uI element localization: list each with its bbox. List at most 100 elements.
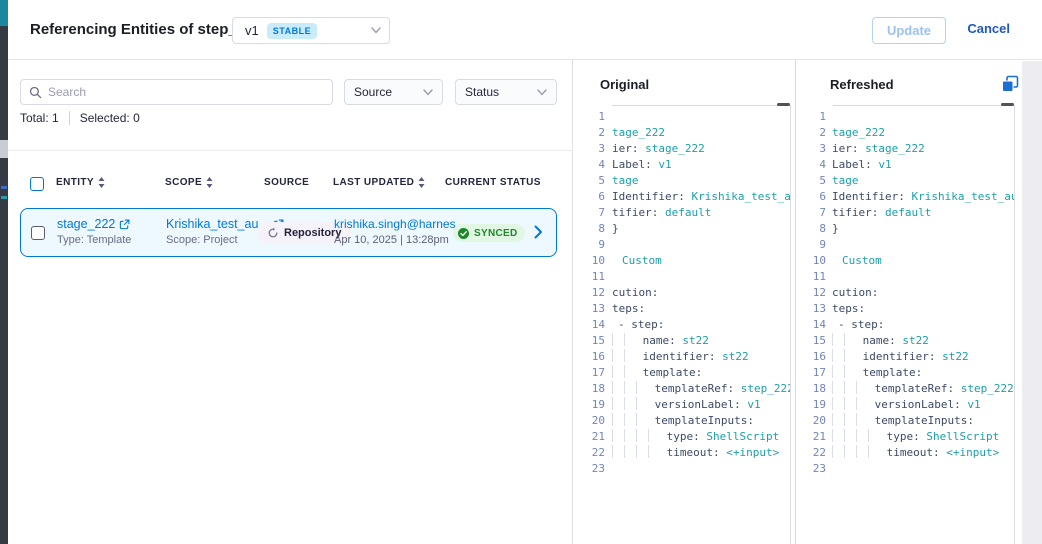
line-number: 20: [795, 413, 826, 429]
status-filter[interactable]: Status: [455, 79, 557, 105]
table-row[interactable]: stage_222 Type: Template Krishika_test_a…: [20, 208, 557, 257]
last-updated-cell: krishika.singh@harnes... Apr 10, 2025 | …: [334, 217, 466, 246]
copy-icon[interactable]: [1001, 75, 1019, 93]
search-input[interactable]: [48, 85, 324, 99]
indent-guide: [636, 445, 648, 458]
line-number: 1: [573, 109, 605, 125]
code-line: 20 templateInputs:: [795, 413, 1014, 429]
indent-guide: [844, 333, 856, 346]
line-number: 23: [795, 461, 826, 477]
indent-guide: [636, 429, 648, 442]
indent-guide: [612, 333, 624, 346]
line-number: 6: [795, 189, 826, 205]
column-header-last-updated[interactable]: LAST UPDATED: [333, 177, 425, 188]
code-line: 20 templateInputs:: [573, 413, 790, 429]
check-circle-icon: [457, 227, 470, 240]
repository-icon: [267, 227, 279, 239]
indent-guide: [624, 413, 636, 426]
code-line: 15 name: st22: [573, 333, 790, 349]
code-line: 1: [795, 109, 1014, 125]
code-text: cution:: [612, 285, 790, 301]
indent-guide: [844, 429, 856, 442]
synced-badge: SYNCED: [453, 224, 525, 242]
indent-guide: [868, 445, 880, 458]
indent-guide: [636, 397, 648, 410]
column-header-source: SOURCE: [264, 177, 309, 188]
version-select[interactable]: v1 STABLE: [232, 17, 390, 44]
source-filter[interactable]: Source: [344, 79, 443, 105]
total-count: Total: 1: [20, 111, 59, 125]
code-text: tage_222: [832, 125, 1014, 141]
line-number: 11: [795, 269, 826, 285]
code-line: 8}: [573, 221, 790, 237]
sort-icon: [206, 177, 213, 188]
code-text: tage: [612, 173, 790, 189]
original-hscroll-track: [612, 105, 790, 106]
code-line: 6Identifier: Krishika_test_aut: [573, 189, 790, 205]
external-link-icon: [119, 219, 130, 230]
code-text: Identifier: Krishika_test_aut: [832, 189, 1014, 205]
line-number: 5: [795, 173, 826, 189]
chevron-right-icon[interactable]: [534, 225, 543, 239]
scroll-gutter: [1022, 61, 1042, 544]
refreshed-code: 12tage_2223ier: stage_2224Label: v15tage…: [795, 109, 1014, 477]
yaml-diff: Original Refreshed 12tage_2223ier: stage…: [573, 60, 1042, 544]
status-filter-label: Status: [465, 85, 499, 99]
code-line: 8}: [795, 221, 1014, 237]
line-number: 2: [795, 125, 826, 141]
line-number: 9: [573, 237, 605, 253]
row-checkbox[interactable]: [31, 226, 45, 240]
code-text: type: ShellScript: [612, 429, 790, 445]
cancel-button[interactable]: Cancel: [967, 21, 1010, 36]
code-text: Identifier: Krishika_test_aut: [612, 189, 790, 205]
indent-guide: [624, 397, 636, 410]
line-number: 22: [573, 445, 605, 461]
indent-guide: [868, 429, 880, 442]
indent-guide: [844, 397, 856, 410]
line-number: 22: [795, 445, 826, 461]
code-text: versionLabel: v1: [832, 397, 1014, 413]
code-text: - step:: [832, 317, 1014, 333]
indent-guide: [856, 413, 868, 426]
code-text: name: st22: [832, 333, 1014, 349]
code-text: identifier: st22: [612, 349, 790, 365]
nav-patch: [0, 140, 8, 158]
entity-link[interactable]: stage_222: [57, 217, 131, 231]
line-number: 19: [795, 397, 826, 413]
nav-mark: [1, 186, 7, 189]
modal-header: Referencing Entities of step_222 v1 STAB…: [8, 0, 1042, 60]
code-line: 17 template:: [573, 365, 790, 381]
code-text: Label: v1: [832, 157, 1014, 173]
search-box[interactable]: [20, 79, 333, 105]
indent-guide: [844, 349, 856, 362]
code-text: versionLabel: v1: [612, 397, 790, 413]
version-label: v1: [245, 23, 259, 38]
code-line: 21 type: ShellScript: [795, 429, 1014, 445]
column-header-scope[interactable]: SCOPE: [165, 177, 213, 188]
code-line: 4Label: v1: [573, 157, 790, 173]
code-line: 16 identifier: st22: [795, 349, 1014, 365]
column-header-entity[interactable]: ENTITY: [56, 177, 105, 188]
update-button[interactable]: Update: [872, 17, 946, 44]
original-hscroll-thumb[interactable]: [777, 103, 790, 106]
code-line: 23: [795, 461, 1014, 477]
nav-mark: [1, 196, 7, 199]
refreshed-hscroll-thumb[interactable]: [1001, 103, 1014, 106]
code-text: template:: [832, 365, 1014, 381]
code-text: cution:: [832, 285, 1014, 301]
indent-guide: [624, 381, 636, 394]
line-number: 17: [573, 365, 605, 381]
line-number: 5: [573, 173, 605, 189]
line-number: 8: [573, 221, 605, 237]
code-line: 13teps:: [795, 301, 1014, 317]
screen: Referencing Entities of step_222 v1 STAB…: [0, 0, 1042, 544]
chevron-down-icon: [537, 89, 547, 96]
indent-guide: [856, 381, 868, 394]
code-text: timeout: <+input>: [832, 445, 1014, 461]
select-all-checkbox[interactable]: [30, 177, 44, 191]
code-line: 14- step:: [795, 317, 1014, 333]
indent-guide: [856, 445, 868, 458]
line-number: 23: [573, 461, 605, 477]
code-line: 15 name: st22: [795, 333, 1014, 349]
code-text: Custom: [612, 253, 790, 269]
